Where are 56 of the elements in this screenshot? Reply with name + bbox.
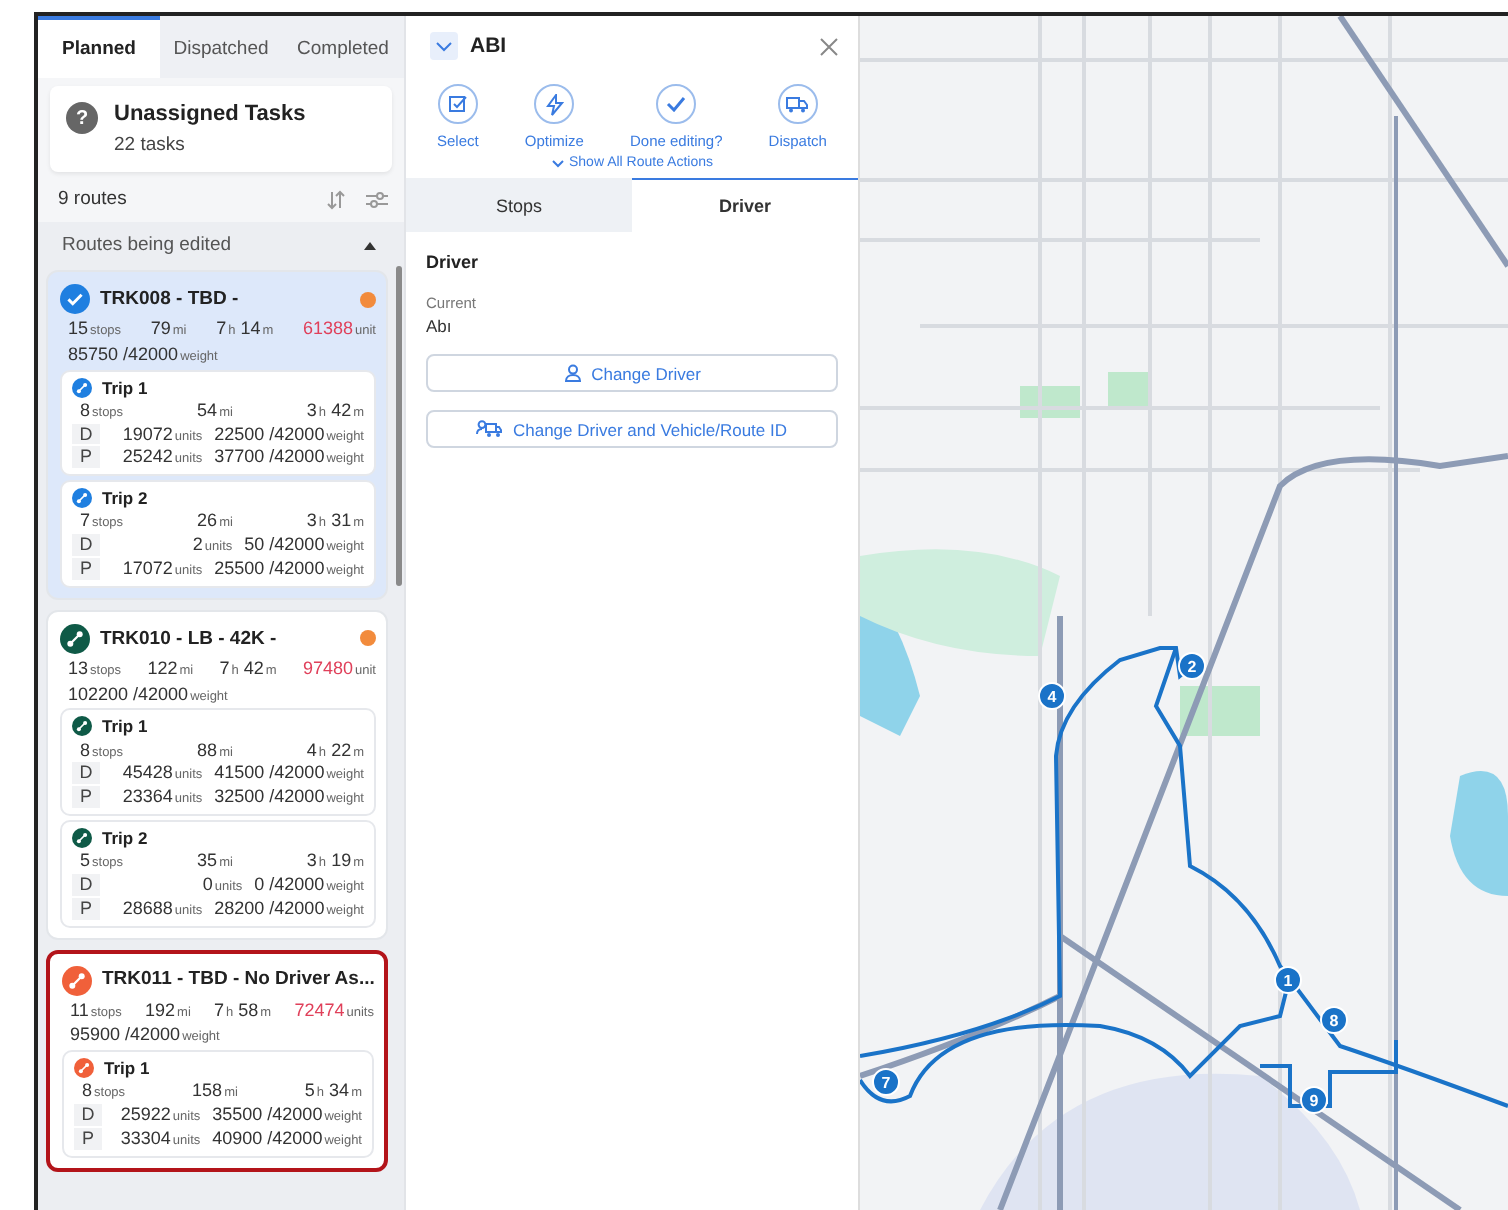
task-count: 22 tasks bbox=[114, 134, 187, 156]
change-driver-button[interactable]: Change Driver and Vehicle/Route ID bbox=[426, 410, 838, 448]
route-icon bbox=[72, 716, 92, 737]
tab[interactable]: Planned bbox=[38, 16, 160, 78]
chevron-down-icon bbox=[436, 41, 452, 51]
load-type-label: D bbox=[72, 762, 100, 785]
load-type-label: D bbox=[72, 534, 100, 556]
load-type-label: P bbox=[72, 786, 100, 808]
change-driver-button[interactable]: Change Driver bbox=[426, 354, 838, 392]
route-card[interactable] bbox=[46, 270, 388, 600]
section-title: Routes being edited bbox=[62, 234, 232, 256]
route-count: 9 routes bbox=[58, 188, 127, 210]
route-card[interactable] bbox=[46, 609, 388, 939]
route-name: TRK010 - LB - 42K - bbox=[100, 627, 279, 650]
route-icon bbox=[72, 828, 92, 849]
tab[interactable]: Dispatched bbox=[160, 16, 282, 78]
route-icon bbox=[72, 488, 92, 509]
scrollbar[interactable] bbox=[395, 266, 401, 586]
section-heading: Driver bbox=[426, 252, 481, 272]
help-icon: ? bbox=[66, 102, 98, 134]
field-value: Abı bbox=[426, 316, 454, 336]
route-name: TRK008 - TBD - bbox=[100, 287, 241, 311]
load-type-label: D bbox=[74, 1104, 102, 1126]
tab[interactable]: Stops bbox=[406, 178, 632, 232]
trip-name: Trip 2 bbox=[102, 488, 148, 509]
load-type-label: D bbox=[72, 873, 100, 896]
route-icon bbox=[74, 1058, 94, 1079]
chevron-down-icon bbox=[551, 159, 563, 167]
card-title: Unassigned Tasks bbox=[114, 102, 306, 126]
route-title: ABI bbox=[470, 34, 509, 58]
caret-icon[interactable] bbox=[364, 241, 376, 249]
trip-name: Trip 1 bbox=[102, 716, 148, 738]
collapse-button[interactable] bbox=[430, 32, 458, 60]
route-name: TRK011 - TBD - No Driver As... bbox=[102, 968, 375, 992]
filter-sliders-icon[interactable] bbox=[366, 189, 388, 209]
sort-icon[interactable] bbox=[326, 189, 346, 209]
load-type-label: P bbox=[72, 557, 100, 580]
load-type-label: P bbox=[72, 897, 100, 919]
trip-name: Trip 1 bbox=[102, 377, 148, 398]
route-icon bbox=[72, 377, 92, 398]
load-type-label: P bbox=[72, 446, 100, 469]
tab[interactable]: Completed bbox=[282, 16, 404, 78]
trip-name: Trip 1 bbox=[104, 1058, 150, 1079]
check-icon bbox=[666, 96, 687, 112]
close-button[interactable] bbox=[820, 37, 838, 55]
close-icon bbox=[820, 37, 838, 55]
checkbox-edit-icon bbox=[447, 94, 468, 114]
person-icon bbox=[563, 364, 582, 382]
map-background[interactable]: 2 4 1 8 9 7 bbox=[860, 16, 1508, 1210]
unassigned-tasks-card[interactable]: ? Unassigned Tasks 22 tasks bbox=[50, 86, 392, 172]
load-type-label: D bbox=[72, 423, 100, 445]
person-truck-icon bbox=[476, 420, 503, 438]
trip-name: Trip 2 bbox=[102, 827, 148, 849]
lightning-icon bbox=[545, 93, 564, 115]
load-type-label: P bbox=[74, 1127, 102, 1150]
truck-icon bbox=[786, 95, 809, 113]
